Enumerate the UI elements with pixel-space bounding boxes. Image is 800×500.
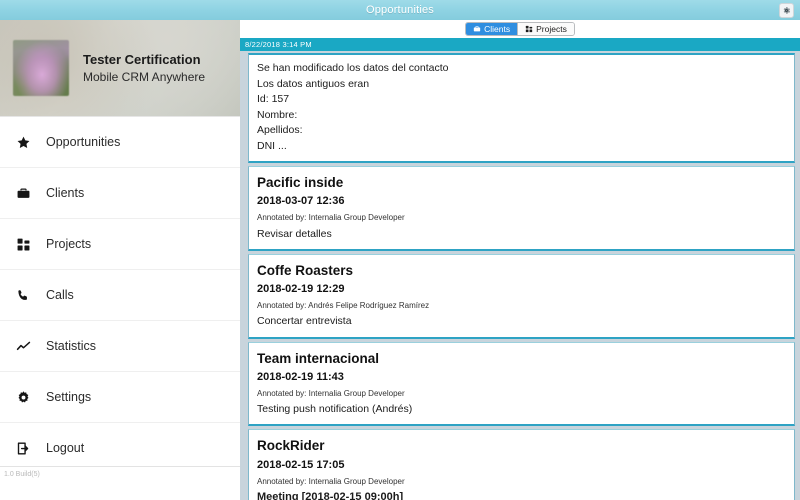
sidebar-item-label: Clients: [46, 186, 85, 200]
phone-icon: [12, 284, 34, 306]
entry-annotator: Annotated by: Internalia Group Developer: [257, 476, 405, 486]
title-bar: Opportunities: [0, 0, 800, 20]
entry-meeting: Meeting [2018-02-15 09:00h]: [257, 490, 404, 500]
grid-icon: [12, 233, 34, 255]
entry-title: Pacific inside: [257, 175, 344, 191]
briefcase-icon: [12, 182, 34, 204]
list-item[interactable]: Coffe Roasters 2018-02-19 12:29 Annotate…: [248, 253, 795, 339]
profile-header: Tester Certification Mobile CRM Anywhere: [0, 20, 240, 116]
sidebar-nav: Opportunities Clients Projects Calls Sta…: [0, 116, 240, 474]
profile-subtitle: Mobile CRM Anywhere: [83, 69, 206, 84]
detail-line: Nombre:: [257, 108, 298, 121]
settings-button[interactable]: [779, 3, 794, 18]
list-item[interactable]: Team internacional 2018-02-19 11:43 Anno…: [248, 341, 795, 427]
timestamp-bar: 8/22/2018 3:14 PM: [240, 38, 800, 51]
page-title: Opportunities: [365, 4, 435, 16]
sidebar-item-label: Calls: [46, 288, 74, 302]
entry-note: Testing push notification (Andrés): [257, 403, 413, 416]
sidebar-item-clients[interactable]: Clients: [0, 168, 240, 219]
list-item[interactable]: RockRider 2018-02-15 17:05 Annotated by:…: [248, 429, 795, 500]
chart-line-icon: [12, 335, 34, 357]
sidebar-item-label: Logout: [46, 441, 85, 455]
tab-bar: Clients Projects: [240, 20, 800, 38]
sidebar-item-statistics[interactable]: Statistics: [0, 321, 240, 372]
entry-date: 2018-02-15 17:05: [257, 458, 345, 471]
timestamp-label: 8/22/2018 3:14 PM: [245, 40, 312, 49]
detail-line: DNI ...: [257, 139, 287, 152]
tab-projects[interactable]: Projects: [517, 23, 574, 35]
avatar: [13, 40, 69, 96]
entry-date: 2018-03-07 12:36: [257, 195, 345, 208]
star-icon: [12, 131, 34, 153]
entry-annotator: Annotated by: Internalia Group Developer: [257, 213, 405, 223]
entry-list[interactable]: Se han modificado los datos del contacto…: [248, 53, 795, 500]
entry-title: Coffe Roasters: [257, 262, 354, 278]
tab-clients[interactable]: Clients: [466, 23, 518, 35]
entry-title: RockRider: [257, 438, 325, 454]
profile-name: Tester Certification: [83, 52, 201, 68]
sidebar-item-calls[interactable]: Calls: [0, 270, 240, 321]
entry-note: Concertar entrevista: [257, 315, 352, 328]
segmented-control: Clients Projects: [465, 22, 575, 36]
briefcase-icon: [473, 25, 481, 33]
sidebar-item-settings[interactable]: Settings: [0, 372, 240, 423]
detail-line: Se han modificado los datos del contacto: [257, 62, 449, 74]
tab-label: Clients: [484, 24, 511, 34]
sidebar-item-label: Statistics: [46, 339, 97, 353]
list-item[interactable]: Pacific inside 2018-03-07 12:36 Annotate…: [248, 166, 795, 251]
version-label: 1.0 Build(5): [4, 471, 40, 478]
sidebar: Tester Certification Mobile CRM Anywhere…: [0, 20, 240, 500]
sidebar-footer: 1.0 Build(5): [0, 466, 240, 500]
entry-date: 2018-02-19 11:43: [257, 370, 344, 383]
detail-line: Id: 157: [257, 93, 290, 106]
gear-icon: [12, 386, 34, 408]
app-window: Opportunities Tester Certification Mobil…: [0, 0, 800, 500]
entry-date: 2018-02-19 12:29: [257, 283, 345, 296]
entry-title: Team internacional: [257, 350, 380, 366]
sidebar-item-label: Opportunities: [46, 135, 121, 149]
tab-label: Projects: [536, 24, 567, 34]
sidebar-item-projects[interactable]: Projects: [0, 219, 240, 270]
sidebar-item-label: Projects: [46, 237, 92, 251]
gear-icon: [782, 6, 791, 15]
grid-icon: [525, 25, 533, 33]
main-pane: Clients Projects 8/22/2018 3:14 PM Se ha…: [240, 20, 800, 500]
sidebar-item-label: Settings: [46, 390, 92, 404]
logout-icon: [12, 437, 34, 459]
entry-annotator: Annotated by: Andrés Felipe Rodríguez Ra…: [257, 301, 430, 311]
detail-line: Los datos antiguos eran: [257, 77, 370, 90]
entry-annotator: Annotated by: Internalia Group Developer: [257, 388, 405, 398]
list-item[interactable]: Se han modificado los datos del contacto…: [248, 53, 795, 164]
sidebar-item-opportunities[interactable]: Opportunities: [0, 117, 240, 168]
detail-line: Apellidos:: [257, 124, 303, 137]
entry-note: Revisar detalles: [257, 227, 332, 240]
